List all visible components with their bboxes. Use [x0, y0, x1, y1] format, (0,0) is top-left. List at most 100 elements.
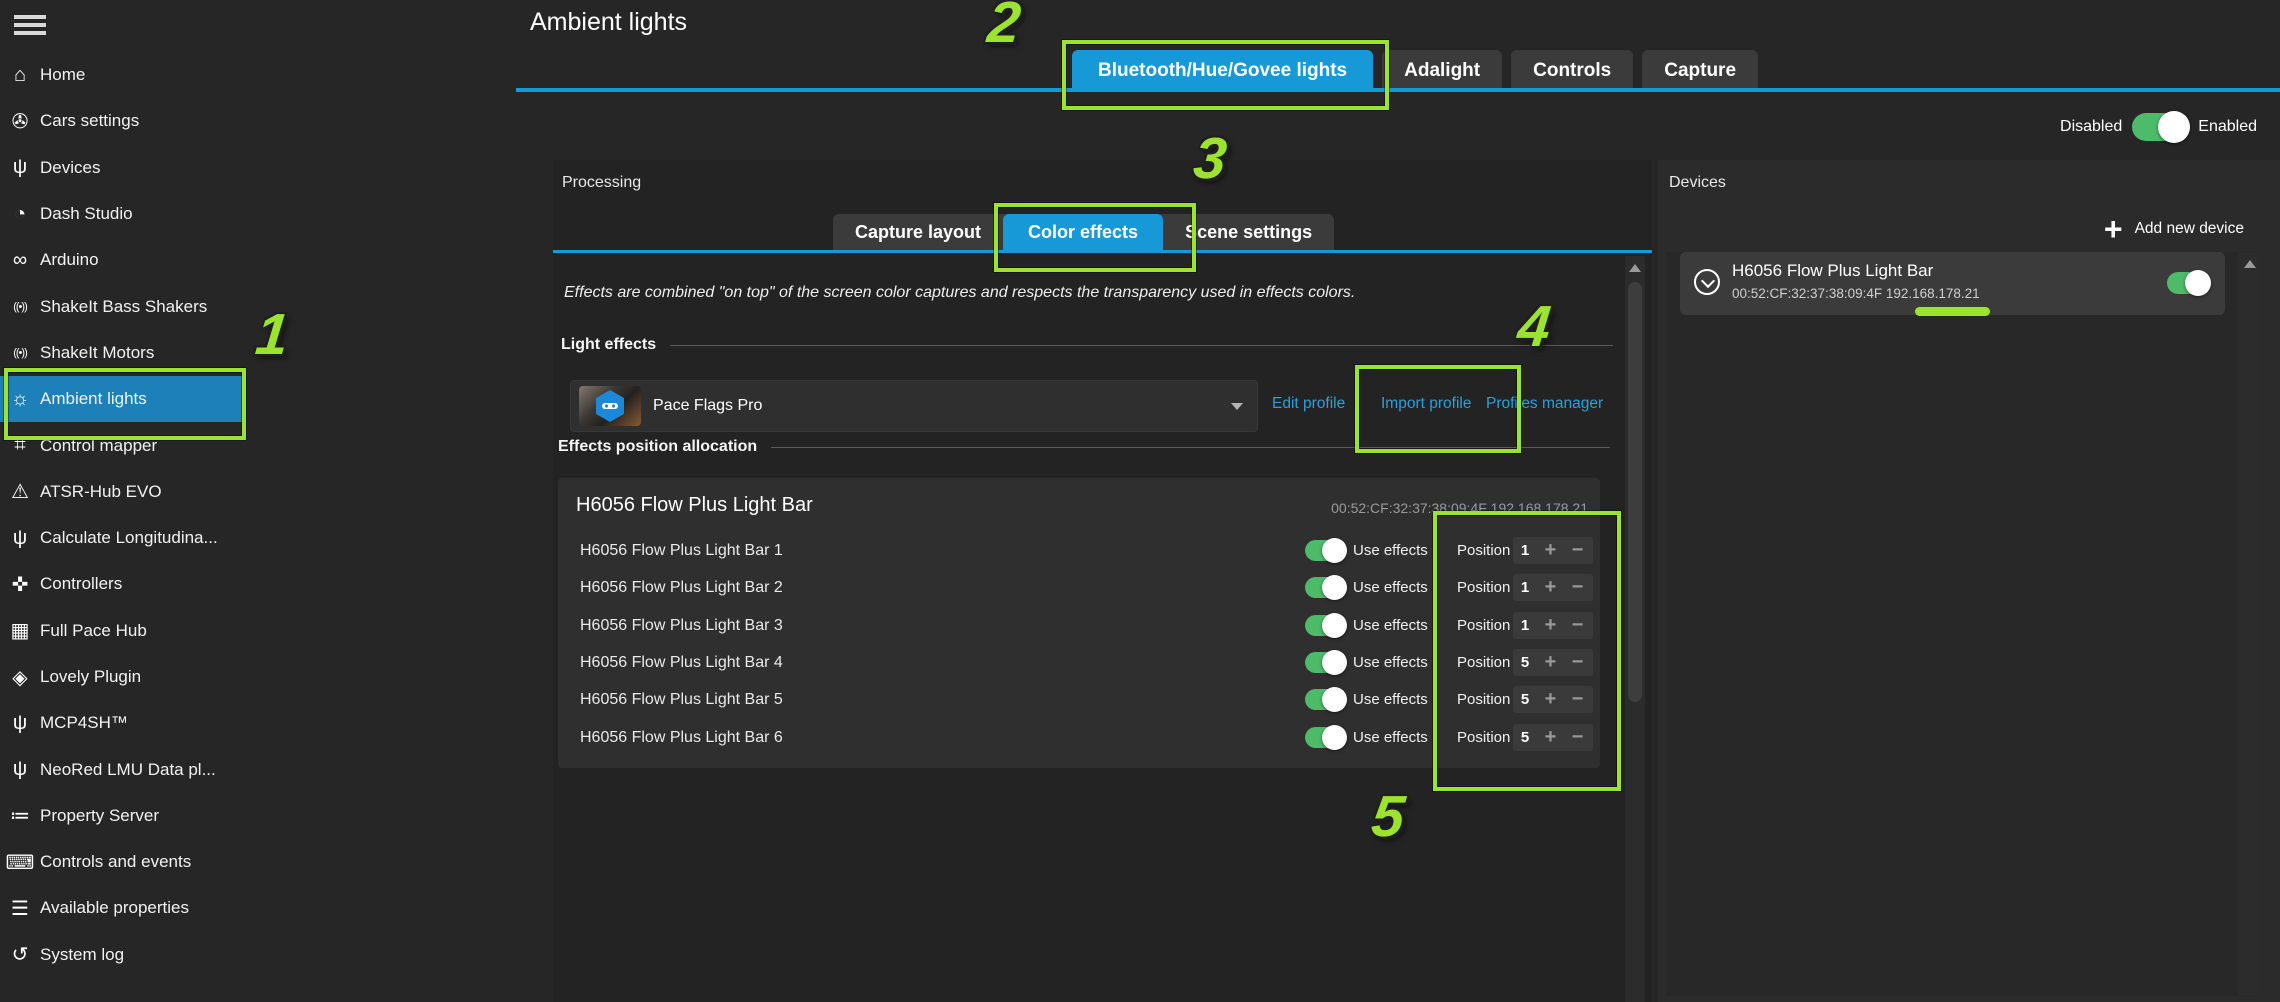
add-device-label: Add new device — [2135, 220, 2244, 238]
tab-capture[interactable]: Capture — [1642, 50, 1758, 92]
sidebar-item-label: Calculate Longitudina... — [40, 528, 218, 548]
usb-icon: ψ — [0, 527, 40, 550]
tab-adalight[interactable]: Adalight — [1382, 50, 1502, 92]
sidebar-item-atsr-hub-evo[interactable]: ⚠ATSR-Hub EVO — [0, 469, 244, 515]
led-segment-name: H6056 Flow Plus Light Bar 5 — [580, 691, 783, 709]
sidebar-item-controllers[interactable]: ✜Controllers — [0, 561, 244, 607]
use-effects-label: Use effects — [1353, 542, 1428, 559]
chevron-down-icon — [1231, 403, 1243, 410]
use-effects-label: Use effects — [1353, 729, 1428, 746]
scrollbar-thumb[interactable] — [1628, 282, 1642, 702]
use-effects-toggle[interactable] — [1305, 652, 1345, 673]
sidebar: ⌂Home✇Cars settingsψDevices◔Dash Studio∞… — [0, 52, 244, 978]
sidebar-item-controls-and-events[interactable]: ⌨Controls and events — [0, 839, 244, 885]
sidebar-item-system-log[interactable]: ↺System log — [0, 932, 244, 978]
device-list: H6056 Flow Plus Light Bar 00:52:CF:32:37… — [1666, 252, 2238, 996]
annotation-box-1 — [4, 368, 246, 440]
usb-icon: ψ — [0, 712, 40, 735]
enable-toggle[interactable] — [2132, 113, 2188, 141]
vibration-icon: ((•)) — [0, 301, 40, 313]
triangle-logo-icon: ⚠ — [0, 479, 40, 504]
light-effects-section-header: Light effects — [561, 336, 1613, 354]
sidebar-item-neored-lmu-data-pl[interactable]: ψNeoRed LMU Data pl... — [0, 746, 244, 792]
led-segment-name: H6056 Flow Plus Light Bar 3 — [580, 617, 783, 635]
add-device-button[interactable]: + Add new device — [2098, 216, 2250, 242]
use-effects-toggle[interactable] — [1305, 615, 1345, 636]
tab-controls[interactable]: Controls — [1511, 50, 1633, 92]
list-icon: ☰ — [0, 896, 40, 921]
device-card[interactable]: H6056 Flow Plus Light Bar 00:52:CF:32:37… — [1680, 252, 2225, 315]
car-icon: ✇ — [0, 109, 40, 134]
home-icon: ⌂ — [0, 64, 40, 87]
sidebar-item-label: Cars settings — [40, 111, 139, 131]
edit-profile-link[interactable]: Edit profile — [1272, 395, 1345, 413]
sidebar-item-label: System log — [40, 945, 124, 965]
sidebar-item-mcp4sh[interactable]: ψMCP4SH™ — [0, 700, 244, 746]
profile-thumbnail — [579, 386, 641, 426]
scroll-up-icon[interactable] — [2244, 260, 2256, 268]
use-effects-toggle[interactable] — [1305, 577, 1345, 598]
sidebar-item-label: NeoRed LMU Data pl... — [40, 760, 216, 780]
annotation-number-3: 3 — [1191, 130, 1229, 188]
menu-icon[interactable] — [14, 11, 48, 37]
keyboard-icon: ⌨ — [0, 850, 40, 875]
scroll-up-icon[interactable] — [1629, 264, 1641, 272]
annotation-box-2 — [1062, 40, 1389, 110]
annotation-box-3 — [994, 203, 1196, 272]
sidebar-item-arduino[interactable]: ∞Arduino — [0, 237, 244, 283]
sidebar-item-property-server[interactable]: ≔Property Server — [0, 793, 244, 839]
expand-chevron-icon[interactable] — [1694, 269, 1720, 295]
sidebar-item-dash-studio[interactable]: ◔Dash Studio — [0, 191, 244, 237]
processing-title: Processing — [562, 174, 641, 192]
use-effects-toggle[interactable] — [1305, 727, 1345, 748]
device-enable-toggle[interactable] — [2167, 272, 2209, 294]
processing-scrollbar[interactable] — [1625, 256, 1645, 1002]
sidebar-item-full-pace-hub[interactable]: ▦Full Pace Hub — [0, 608, 244, 654]
toggle-knob — [1322, 650, 1347, 675]
sidebar-item-label: Lovely Plugin — [40, 667, 141, 687]
power-toggle-row: Disabled Enabled — [2060, 113, 2257, 141]
sidebar-item-cars-settings[interactable]: ✇Cars settings — [0, 98, 244, 144]
use-effects-toggle[interactable] — [1305, 540, 1345, 561]
profile-select[interactable]: Pace Flags Pro — [570, 380, 1258, 432]
allocation-label: Effects position allocation — [558, 438, 757, 456]
annotation-number-2: 2 — [985, 0, 1023, 52]
sidebar-item-label: Home — [40, 65, 85, 85]
annotation-number-1: 1 — [253, 306, 291, 364]
simhub-window: ⌂Home✇Cars settingsψDevices◔Dash Studio∞… — [0, 0, 2280, 1002]
sidebar-item-lovely-plugin[interactable]: ◈Lovely Plugin — [0, 654, 244, 700]
history-clock-icon: ↺ — [0, 942, 40, 967]
devices-scrollbar[interactable] — [2240, 252, 2260, 996]
annotation-underline — [1915, 307, 1990, 316]
annotation-box-4 — [1355, 365, 1521, 453]
sidebar-item-label: Arduino — [40, 250, 99, 270]
sidebar-item-label: Full Pace Hub — [40, 621, 147, 641]
led-segment-name: H6056 Flow Plus Light Bar 4 — [580, 654, 783, 672]
sidebar-item-available-properties[interactable]: ☰Available properties — [0, 885, 244, 931]
usb-icon: ψ — [0, 758, 40, 781]
sidebar-item-label: Controllers — [40, 574, 122, 594]
toggle-knob — [2185, 270, 2211, 296]
toggle-knob — [1322, 725, 1347, 750]
plus-icon: + — [2104, 217, 2123, 241]
annotation-number-5: 5 — [1369, 788, 1407, 846]
properties-icon: ≔ — [0, 803, 40, 828]
sidebar-item-shakeit-bass-shakers[interactable]: ((•))ShakeIt Bass Shakers — [0, 283, 244, 329]
use-effects-toggle[interactable] — [1305, 689, 1345, 710]
vibration-icon: ((•)) — [0, 347, 40, 359]
sidebar-item-label: ShakeIt Motors — [40, 343, 154, 363]
sidebar-item-devices[interactable]: ψDevices — [0, 145, 244, 191]
selected-profile: Pace Flags Pro — [653, 397, 762, 415]
use-effects-label: Use effects — [1353, 654, 1428, 671]
toggle-knob — [1322, 575, 1347, 600]
sidebar-item-home[interactable]: ⌂Home — [0, 52, 244, 98]
led-segment-name: H6056 Flow Plus Light Bar 2 — [580, 579, 783, 597]
annotation-number-4: 4 — [1515, 298, 1553, 356]
toggle-knob — [1322, 538, 1347, 563]
use-effects-label: Use effects — [1353, 617, 1428, 634]
devices-panel: Devices + Add new device H6056 Flow Plus… — [1658, 160, 2280, 1002]
tab-capture-layout[interactable]: Capture layout — [833, 214, 1003, 251]
sidebar-item-label: MCP4SH™ — [40, 713, 128, 733]
sidebar-item-label: Dash Studio — [40, 204, 133, 224]
sidebar-item-calculate-longitudina[interactable]: ψCalculate Longitudina... — [0, 515, 244, 561]
